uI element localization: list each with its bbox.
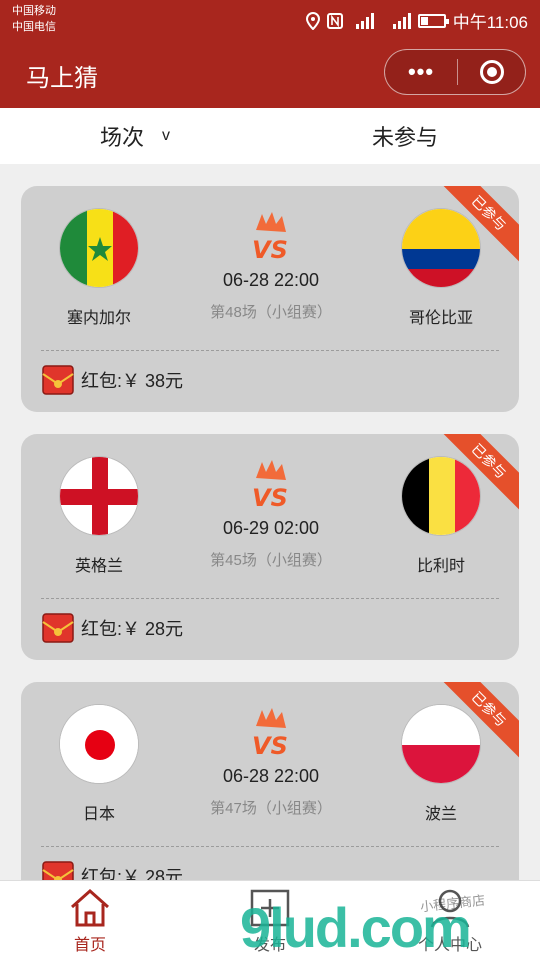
belgium-flag-icon [401, 456, 481, 536]
home-icon [71, 888, 109, 927]
match-time: 06-28 22:00 [222, 766, 320, 786]
home-team: 塞内加尔 [29, 208, 169, 328]
red-packet-reward: 红包:￥ 28元 [41, 612, 183, 644]
location-icon [305, 11, 320, 30]
battery-icon [417, 13, 449, 28]
away-team-name: 哥伦比亚 [408, 310, 473, 327]
away-team: 波兰 [371, 704, 511, 824]
match-round: 第48场（小组赛） [210, 304, 332, 321]
home-team-name: 塞内加尔 [66, 310, 131, 327]
senegal-flag-icon [59, 208, 139, 288]
home-team-name: 英格兰 [74, 558, 123, 575]
match-round: 第47场（小组赛） [210, 800, 332, 817]
vs-flame-icon: VS [252, 212, 288, 264]
away-team-name: 比利时 [416, 558, 465, 575]
more-menu-button[interactable]: ••• [385, 59, 457, 85]
reward-label: 红包:￥ 28元 [81, 619, 184, 639]
participation-filter-label: 未参与 [371, 125, 438, 150]
card-divider [41, 350, 499, 351]
tab-home-label: 首页 [73, 937, 106, 954]
system-icons: 中午11:06 [305, 8, 528, 33]
red-packet-reward: 红包:￥ 28元 [41, 860, 183, 880]
away-team-name: 波兰 [424, 806, 457, 823]
red-envelope-icon [42, 613, 74, 643]
mini-program-capsule: ••• [384, 49, 526, 95]
carrier-2: 中国电信 [12, 21, 56, 33]
home-team: 英格兰 [29, 456, 169, 576]
carriers: 中国移动 中国电信 [12, 3, 56, 35]
match-card[interactable]: 已参与 英格兰 VS 06-29 02:00 第45场（小组赛） 比利时 红包:… [21, 434, 519, 660]
england-flag-icon [59, 456, 139, 536]
reward-label: 红包:￥ 28元 [81, 867, 184, 880]
tab-home[interactable]: 首页 [30, 887, 150, 955]
match-time: 06-29 02:00 [222, 518, 320, 538]
signal-2g-icon [355, 12, 374, 29]
poland-flag-icon [401, 704, 481, 784]
close-program-button[interactable] [458, 60, 525, 84]
page-title: 马上猜 [26, 65, 98, 92]
tab-bar: 首页 发布 个人中心 9lud.com 小程序商店 [0, 880, 540, 960]
svg-text:VS: VS [252, 236, 288, 264]
match-card[interactable]: 已参与 塞内加尔 VS 06-28 22:00 第48场（小组赛） 哥伦比亚 红… [21, 186, 519, 412]
round-filter-label: 场次 [99, 125, 144, 150]
signal-4g-icon [392, 12, 411, 29]
filter-bar: 场次 v 未参与 [0, 108, 540, 164]
title-bar: 马上猜 ••• [0, 38, 540, 108]
red-packet-reward: 红包:￥ 38元 [41, 364, 183, 396]
svg-text:VS: VS [252, 732, 288, 760]
reward-label: 红包:￥ 38元 [81, 371, 184, 391]
chevron-down-icon: v [162, 127, 170, 144]
status-bar: 中国移动 中国电信 中午11:06 [0, 0, 540, 38]
card-divider [41, 846, 499, 847]
carrier-1: 中国移动 [12, 5, 56, 17]
red-envelope-icon [42, 365, 74, 395]
colombia-flag-icon [401, 208, 481, 288]
red-envelope-icon [42, 861, 74, 880]
card-divider [41, 598, 499, 599]
match-list: 已参与 塞内加尔 VS 06-28 22:00 第48场（小组赛） 哥伦比亚 红… [0, 164, 540, 880]
participation-filter[interactable]: 未参与 [270, 108, 540, 164]
vs-flame-icon: VS [252, 708, 288, 760]
nfc-icon [326, 12, 343, 29]
away-team: 哥伦比亚 [371, 208, 511, 328]
home-team: 日本 [29, 704, 169, 824]
match-card[interactable]: 已参与 日本 VS 06-28 22:00 第47场（小组赛） 波兰 红包:￥ … [21, 682, 519, 880]
japan-flag-icon [59, 704, 139, 784]
target-icon [479, 60, 504, 84]
vs-flame-icon: VS [252, 460, 288, 512]
clock: 中午11:06 [452, 13, 528, 32]
round-filter[interactable]: 场次 v [0, 108, 270, 164]
away-team: 比利时 [371, 456, 511, 576]
match-round: 第45场（小组赛） [210, 552, 332, 569]
home-team-name: 日本 [82, 806, 115, 823]
match-time: 06-28 22:00 [222, 270, 320, 290]
svg-text:VS: VS [252, 484, 288, 512]
